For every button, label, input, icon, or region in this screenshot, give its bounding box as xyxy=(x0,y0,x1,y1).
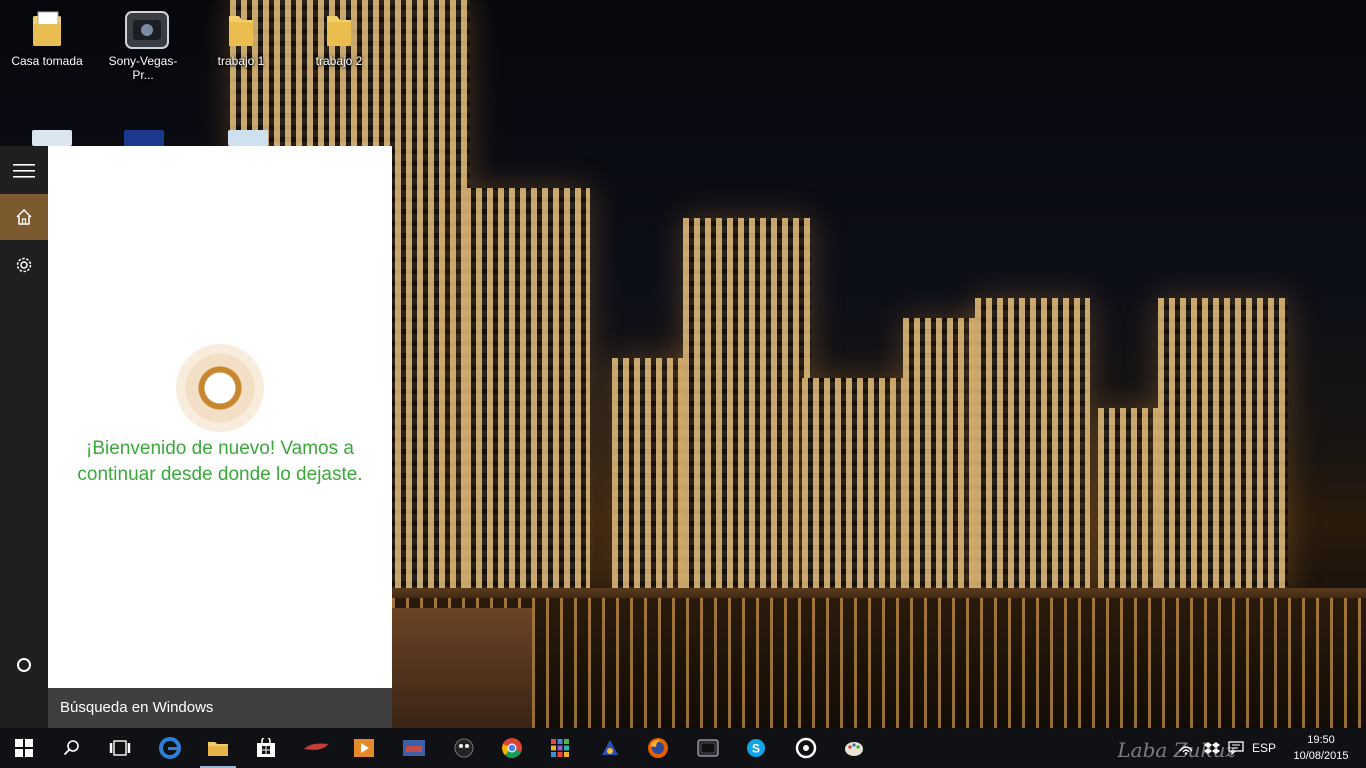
home-icon[interactable] xyxy=(0,194,48,240)
edge-icon[interactable] xyxy=(146,728,194,768)
store-icon[interactable] xyxy=(242,728,290,768)
search-input[interactable]: Búsqueda en Windows xyxy=(48,688,392,728)
cortana-welcome-message: ¡Bienvenido de nuevo! Vamos a continuar … xyxy=(77,438,363,485)
action-center-icon[interactable] xyxy=(1224,728,1248,768)
task-view-icon[interactable] xyxy=(96,728,144,768)
video-editor-icon xyxy=(125,10,169,50)
wallpaper-building xyxy=(683,218,811,598)
cortana-logo-icon xyxy=(176,344,264,432)
search-icon[interactable] xyxy=(48,728,96,768)
desktop-icon-label: trabajo 1 xyxy=(217,54,265,68)
app-icon[interactable] xyxy=(440,728,488,768)
wallpaper-building xyxy=(1158,298,1288,598)
clock-time: 19:50 xyxy=(1307,734,1335,746)
desktop-icon-casa-tomada[interactable]: Casa tomada xyxy=(2,10,92,68)
desktop-icon-sony-vegas[interactable]: Sony-Vegas-Pr... xyxy=(98,10,188,82)
wallpaper-water xyxy=(392,598,1366,728)
cortana-panel: ¡Bienvenido de nuevo! Vamos a continuar … xyxy=(48,146,392,688)
wifi-icon[interactable] xyxy=(1172,728,1200,768)
start-icon[interactable] xyxy=(0,728,48,768)
folder-icon xyxy=(223,10,259,50)
app-icon[interactable] xyxy=(684,728,732,768)
desktop-icon-label: trabajo 2 xyxy=(315,54,363,68)
app-icon[interactable] xyxy=(292,728,340,768)
file-explorer-icon[interactable] xyxy=(194,728,242,768)
taskbar: S Laba Zukuz ESP 19:50 10/08/2015 xyxy=(0,728,1366,768)
dropbox-icon[interactable] xyxy=(1200,728,1224,768)
wallpaper-boardwalk xyxy=(392,608,532,728)
skype-icon[interactable]: S xyxy=(732,728,780,768)
firefox-icon[interactable] xyxy=(634,728,682,768)
wallpaper-building xyxy=(802,378,912,598)
groove-icon[interactable] xyxy=(782,728,830,768)
wallpaper-building xyxy=(465,188,590,598)
wallpaper-building xyxy=(975,298,1090,598)
settings-icon[interactable] xyxy=(0,242,48,288)
document-folder-icon xyxy=(29,10,65,50)
app-icon[interactable] xyxy=(586,728,634,768)
folder-icon xyxy=(321,10,357,50)
apps-grid-icon[interactable] xyxy=(536,728,584,768)
desktop-icon-trabajo-2[interactable]: trabajo 2 xyxy=(294,10,384,68)
desktop-icon-label: Sony-Vegas-Pr... xyxy=(108,54,178,82)
desktop-icon-label: Casa tomada xyxy=(11,54,83,68)
menu-icon[interactable] xyxy=(0,148,48,194)
paint-icon[interactable] xyxy=(830,728,878,768)
chrome-icon[interactable] xyxy=(488,728,536,768)
clock-date: 10/08/2015 xyxy=(1293,750,1349,762)
language-indicator[interactable]: ESP xyxy=(1248,728,1280,768)
cortana-rail xyxy=(0,146,48,728)
desktop-icon-partial[interactable] xyxy=(32,130,72,146)
desktop-icon-partial[interactable] xyxy=(124,130,164,146)
media-player-icon[interactable] xyxy=(340,728,388,768)
app-icon[interactable] xyxy=(390,728,438,768)
desktop-icon-trabajo-1[interactable]: trabajo 1 xyxy=(196,10,286,68)
desktop-icon-partial[interactable] xyxy=(228,130,268,146)
svg-text:S: S xyxy=(752,742,760,756)
system-clock[interactable]: 19:50 10/08/2015 xyxy=(1286,732,1356,764)
cortana-circle-icon[interactable] xyxy=(0,642,48,688)
